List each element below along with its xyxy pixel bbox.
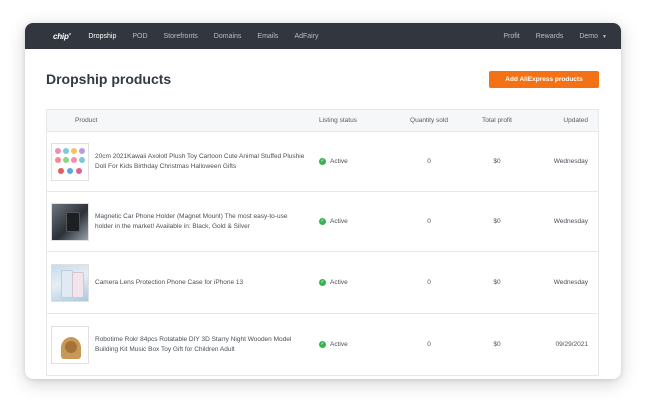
- page-header: Dropship products Add AliExpress product…: [46, 49, 599, 109]
- updated-date: 09/29/2021: [555, 341, 588, 348]
- header-quantity[interactable]: Quantity sold: [391, 117, 467, 124]
- nav-adfairy[interactable]: AdFairy: [294, 33, 318, 40]
- table-row[interactable]: Robotime Rokr 84pcs Rotatable DIY 3D Sta…: [47, 314, 598, 376]
- table-row[interactable]: Magnetic Car Phone Holder (Magnet Mount)…: [47, 192, 598, 252]
- updated-date: Wednesday: [553, 158, 588, 165]
- product-thumbnail[interactable]: [51, 142, 89, 181]
- check-icon: ✓: [319, 341, 326, 348]
- product-thumbnail[interactable]: [51, 263, 89, 302]
- product-thumbnail[interactable]: [51, 325, 89, 364]
- products-table: Product Listing status Quantity sold Tot…: [46, 109, 599, 376]
- quantity-sold: 0: [427, 158, 431, 165]
- nav-domains[interactable]: Domains: [214, 33, 242, 40]
- updated-date: Wednesday: [553, 218, 588, 225]
- updated-date: Wednesday: [553, 279, 588, 286]
- check-icon: ✓: [319, 218, 326, 225]
- header-profit[interactable]: Total profit: [467, 117, 527, 124]
- quantity-sold: 0: [427, 279, 431, 286]
- nav-emails[interactable]: Emails: [257, 33, 278, 40]
- header-updated[interactable]: Updated: [527, 117, 598, 124]
- main-content: Dropship products Add AliExpress product…: [25, 49, 621, 376]
- total-profit: $0: [493, 341, 501, 348]
- total-profit: $0: [493, 218, 501, 225]
- nav-storefronts[interactable]: Storefronts: [164, 33, 198, 40]
- check-icon: ✓: [319, 279, 326, 286]
- nav-rewards[interactable]: Rewards: [536, 33, 564, 40]
- quantity-sold: 0: [427, 341, 431, 348]
- nav-dropship[interactable]: Dropship: [88, 33, 116, 40]
- top-navigation: chip' Dropship POD Storefronts Domains E…: [25, 23, 621, 49]
- table-row[interactable]: 20cm 2021Kawaii Axolotl Plush Toy Cartoo…: [47, 132, 598, 192]
- page-title: Dropship products: [46, 71, 172, 87]
- status-badge: ✓ Active: [319, 218, 348, 225]
- account-menu[interactable]: Demo ▼: [579, 33, 607, 40]
- total-profit: $0: [493, 279, 501, 286]
- table-row[interactable]: Camera Lens Protection Phone Case for iP…: [47, 252, 598, 314]
- nav-pod[interactable]: POD: [132, 33, 147, 40]
- logo[interactable]: chip': [53, 32, 71, 41]
- product-title[interactable]: Camera Lens Protection Phone Case for iP…: [93, 278, 319, 288]
- total-profit: $0: [493, 158, 501, 165]
- table-header: Product Listing status Quantity sold Tot…: [47, 110, 598, 132]
- product-title[interactable]: Robotime Rokr 84pcs Rotatable DIY 3D Sta…: [93, 335, 319, 355]
- nav-profit[interactable]: Profit: [503, 33, 519, 40]
- app-window: chip' Dropship POD Storefronts Domains E…: [25, 23, 621, 379]
- quantity-sold: 0: [427, 218, 431, 225]
- status-badge: ✓ Active: [319, 158, 348, 165]
- status-badge: ✓ Active: [319, 279, 348, 286]
- product-title[interactable]: Magnetic Car Phone Holder (Magnet Mount)…: [93, 212, 319, 232]
- header-product[interactable]: Product: [75, 116, 319, 126]
- caret-down-icon: ▼: [602, 33, 607, 40]
- product-title[interactable]: 20cm 2021Kawaii Axolotl Plush Toy Cartoo…: [93, 152, 319, 172]
- check-icon: ✓: [319, 158, 326, 165]
- account-name: Demo: [579, 32, 599, 40]
- add-aliexpress-products-button[interactable]: Add AliExpress products: [489, 70, 599, 88]
- product-thumbnail[interactable]: [51, 202, 89, 241]
- header-status[interactable]: Listing status: [319, 117, 391, 124]
- status-badge: ✓ Active: [319, 341, 348, 348]
